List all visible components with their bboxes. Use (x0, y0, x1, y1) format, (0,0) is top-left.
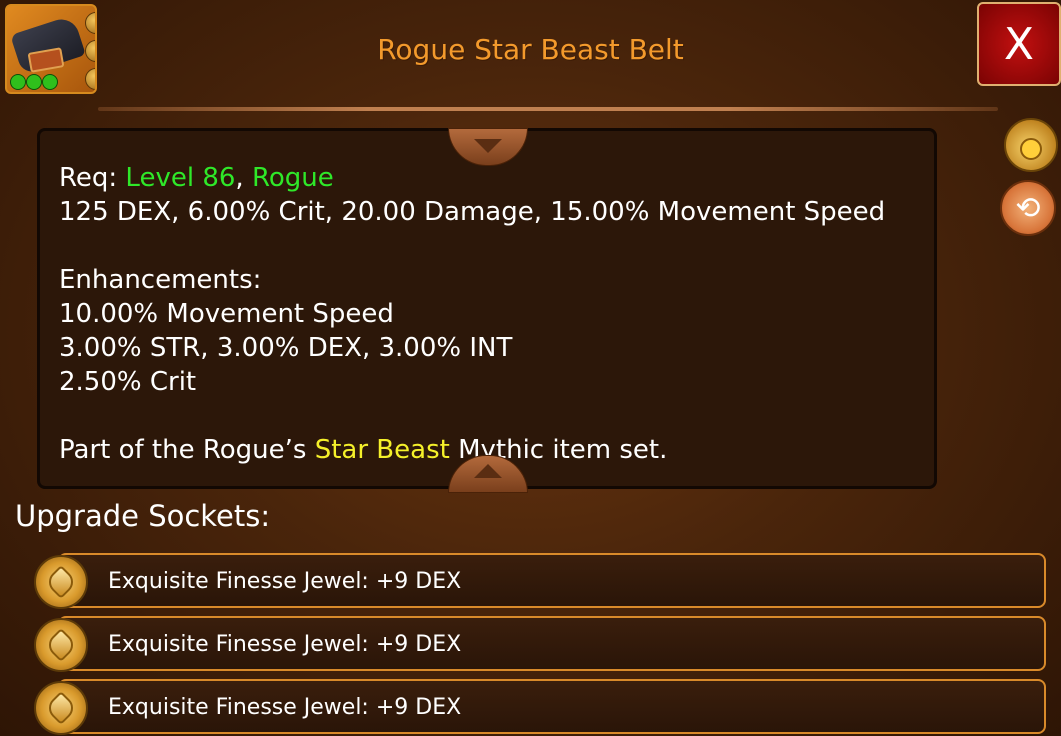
close-button[interactable]: X (977, 2, 1061, 86)
req-prefix: Req: (59, 163, 126, 193)
header-divider (98, 107, 998, 111)
rank-coin-icon (85, 12, 95, 34)
coin-icon (1020, 138, 1042, 160)
req-separator: , (235, 163, 252, 193)
socket-gem-icon (10, 74, 26, 90)
jewel-icon (34, 618, 88, 672)
socket-label: Exquisite Finesse Jewel: +9 DEX (108, 632, 462, 657)
chevron-up-icon (474, 464, 502, 478)
upgrade-sockets-label: Upgrade Sockets: (15, 499, 271, 533)
set-prefix: Part of the Rogue’s (59, 435, 315, 465)
socket-gem-icon (42, 74, 58, 90)
heart-gem-icon (44, 565, 78, 599)
enhancements-header: Enhancements: (59, 265, 262, 295)
jewel-icon (34, 555, 88, 609)
item-details-panel: Req: Level 86, Rogue 125 DEX, 6.00% Crit… (37, 128, 937, 489)
enhancement-line: 10.00% Movement Speed (59, 299, 394, 329)
chevron-down-icon (474, 139, 502, 153)
req-level: Level 86 (125, 163, 236, 193)
socket-row[interactable]: Exquisite Finesse Jewel: +9 DEX (58, 616, 1046, 671)
socket-row[interactable]: Exquisite Finesse Jewel: +9 DEX (58, 679, 1046, 734)
enhancement-line: 3.00% STR, 3.00% DEX, 3.00% INT (59, 333, 513, 363)
socket-label: Exquisite Finesse Jewel: +9 DEX (108, 695, 462, 720)
req-class: Rogue (251, 163, 334, 193)
socket-label: Exquisite Finesse Jewel: +9 DEX (108, 569, 462, 594)
heart-gem-icon (44, 691, 78, 725)
jewel-icon (34, 681, 88, 735)
rank-coin-icon (85, 68, 95, 90)
recycle-icon[interactable]: ⟲ (1000, 180, 1056, 236)
socket-gem-icon (26, 74, 42, 90)
heart-gem-icon (44, 628, 78, 662)
socket-row[interactable]: Exquisite Finesse Jewel: +9 DEX (58, 553, 1046, 608)
enhancement-line: 2.50% Crit (59, 367, 197, 397)
item-title: Rogue Star Beast Belt (377, 33, 684, 66)
set-name: Star Beast (314, 435, 450, 465)
coin-bag-icon[interactable] (1004, 118, 1058, 172)
stats-line: 125 DEX, 6.00% Crit, 20.00 Damage, 15.00… (59, 197, 886, 227)
requirement-line: Req: Level 86, Rogue (59, 161, 934, 195)
